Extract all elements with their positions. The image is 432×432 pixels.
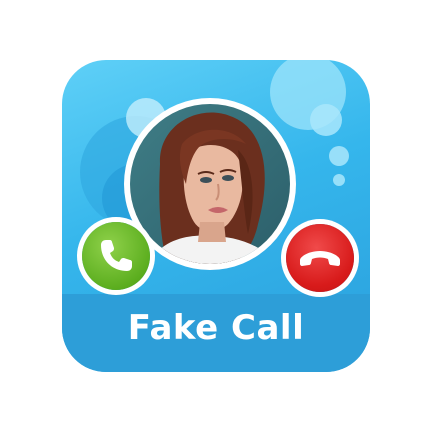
phone-accept-icon — [101, 240, 132, 271]
app-icon[interactable]: Fake Call — [62, 60, 370, 372]
decor-bubble — [329, 146, 349, 166]
decor-bubble — [333, 174, 345, 186]
title-banner: Fake Call — [62, 294, 370, 372]
caller-photo — [130, 104, 290, 264]
app-title: Fake Call — [127, 308, 305, 348]
decor-bubble — [310, 104, 342, 136]
accept-call-button[interactable] — [82, 222, 150, 290]
phone-decline-icon — [300, 251, 340, 266]
decline-call-button[interactable] — [286, 224, 354, 292]
